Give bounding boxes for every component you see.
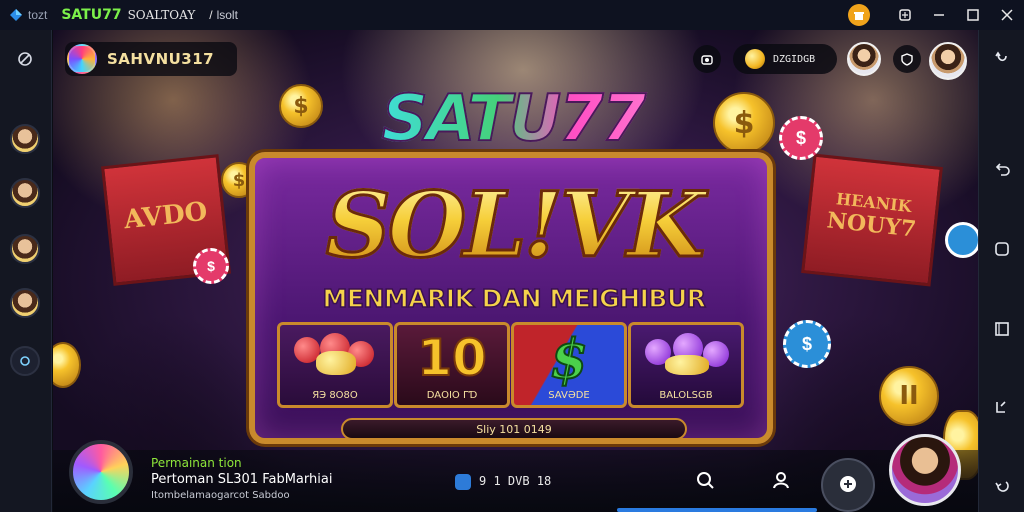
banner-left-text: AVDO <box>122 196 209 236</box>
coin-icon: $ <box>713 92 775 154</box>
camera-icon[interactable] <box>693 45 721 73</box>
square-icon[interactable] <box>991 238 1013 260</box>
window-icon[interactable] <box>991 318 1013 340</box>
coin-balance-icon <box>745 49 765 69</box>
shield-icon[interactable] <box>893 45 921 73</box>
return-icon[interactable] <box>991 476 1013 498</box>
game-badge-name: SAHVNU317 <box>107 50 215 68</box>
search-icon[interactable] <box>689 464 721 496</box>
balance-display[interactable]: DZGIDGB <box>733 44 837 74</box>
undo-icon[interactable] <box>991 158 1013 180</box>
tile-ten[interactable]: 10 DAОІО ГƊ <box>394 322 510 408</box>
bottom-bar: Permainan tion Pertoman SL301 FabMarhiai… <box>53 434 978 512</box>
player-avatar-1[interactable] <box>847 42 881 76</box>
game-canvas[interactable]: AVDO HEANIK NOUY7 $ $ $ II $ $ $ SAHVNU3… <box>53 30 978 512</box>
tile-caption: SAVƏDE <box>548 390 590 401</box>
avatar-2[interactable] <box>10 178 40 208</box>
tagline: MENMARIK DAN MEIGHIBUR <box>322 283 707 314</box>
window-title: SATU77 <box>61 7 122 23</box>
banner-right: HEANIK NOUY7 <box>801 153 943 287</box>
app-name: tozt <box>28 8 48 22</box>
balance-value: DZGIDGB <box>773 53 816 65</box>
tile-rubies[interactable]: ЯЭ 8О8О <box>277 322 393 408</box>
minimize-button[interactable] <box>922 0 956 30</box>
screenshot-button[interactable] <box>888 0 922 30</box>
progress-bar: Sliy 101 0149 <box>341 418 687 440</box>
maximize-button[interactable] <box>956 0 990 30</box>
host-avatar[interactable] <box>889 434 961 506</box>
right-sidebar <box>978 30 1024 512</box>
tile-caption: BALOLSGB <box>659 390 713 401</box>
rotate-icon[interactable] <box>991 396 1013 418</box>
progress-text: Sliy 101 0149 <box>476 423 552 436</box>
player-avatar-2[interactable] <box>929 42 967 80</box>
left-sidebar: FOIA <box>0 30 52 512</box>
tile-caption: ЯЭ 8О8О <box>312 390 358 401</box>
tile-symbol: $ <box>549 326 589 392</box>
bottom-line-2: Itombelamaogarcot Sabdoo <box>151 490 290 501</box>
tile-dollar[interactable]: $ SAVƏDE <box>511 322 627 408</box>
close-button[interactable] <box>990 0 1024 30</box>
jewel-button[interactable] <box>69 440 133 504</box>
back-curve-icon[interactable] <box>991 48 1013 70</box>
tile-caption: DAОІО ГƊ <box>426 390 478 401</box>
coin-icon: II <box>879 366 939 426</box>
game-logo-icon <box>67 44 97 74</box>
game-badge[interactable]: SAHVNU317 <box>65 42 237 76</box>
coin-icon: $ <box>279 84 323 128</box>
app-logo-icon <box>6 5 26 25</box>
logo-top-text: SATU77 <box>363 81 663 157</box>
casino-chip-icon: $ <box>779 116 823 160</box>
tile-number: 10 <box>416 328 488 388</box>
avatar-3[interactable] <box>10 234 40 264</box>
tile-amethyst[interactable]: BALOLSGB <box>628 322 744 408</box>
chip-icon <box>455 474 471 490</box>
avatar-1[interactable] <box>10 124 40 154</box>
casino-chip-icon <box>945 222 978 258</box>
chat-button[interactable] <box>821 458 875 512</box>
avatar-4[interactable] <box>10 288 40 318</box>
bottom-count: 9 1 DVB 18 <box>479 474 552 488</box>
casino-chip-icon: $ <box>783 320 831 368</box>
gift-button[interactable] <box>848 4 870 26</box>
title-bar: tozt SATU77 SOALTOAY / lsolt <box>0 0 1024 30</box>
tab-label[interactable]: lsolt <box>217 8 238 22</box>
settings-icon[interactable] <box>10 346 40 376</box>
profile-icon[interactable] <box>765 464 797 496</box>
bottom-line-1: Pertoman SL301 FabMarhiai <box>151 472 333 487</box>
logout-icon[interactable] <box>10 44 40 74</box>
gold-bar-icon <box>665 355 709 375</box>
window-subtitle: SOALTOAY <box>127 8 196 22</box>
bottom-title: Permainan tion <box>151 456 242 470</box>
casino-chip-icon: $ <box>193 248 229 284</box>
logo-main-text: SOL!VK <box>299 171 729 280</box>
horizontal-scrollbar[interactable] <box>617 508 817 512</box>
gold-bar-icon <box>316 351 356 375</box>
tab-separator: / <box>209 8 213 22</box>
